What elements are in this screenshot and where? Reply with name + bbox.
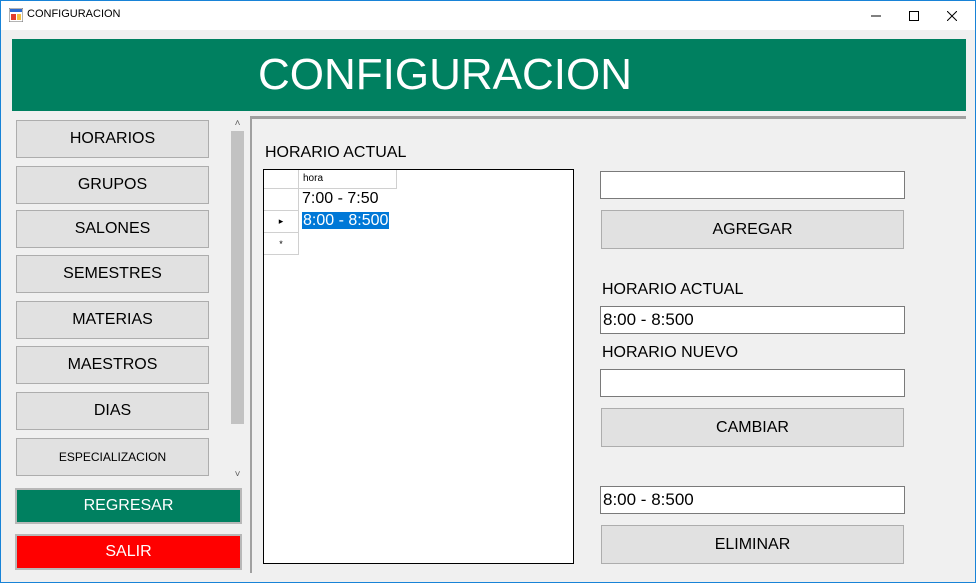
title-bar[interactable]: CONFIGURACION: [1, 1, 975, 30]
exit-button[interactable]: SALIR: [15, 534, 242, 570]
sidebar-item-materias[interactable]: MATERIAS: [16, 301, 209, 339]
close-button[interactable]: [929, 1, 975, 30]
change-button[interactable]: CAMBIAR: [601, 408, 904, 447]
add-schedule-input[interactable]: [600, 171, 905, 199]
current-schedule-label: HORARIO ACTUAL: [602, 281, 744, 298]
new-schedule-input[interactable]: [600, 369, 905, 397]
sidebar-nav: HORARIOS GRUPOS SALONES SEMESTRES MATERI…: [12, 116, 246, 482]
row-header-new-icon[interactable]: *: [264, 233, 299, 255]
schedule-grid[interactable]: hora 7:00 - 7:50 ▸ 8:00 - 8:500 *: [263, 169, 574, 564]
window-title: CONFIGURACION: [27, 8, 121, 20]
header-banner: CONFIGURACION: [12, 39, 966, 111]
scroll-up-icon[interactable]: ˄: [229, 116, 246, 131]
page-title: CONFIGURACION: [258, 50, 632, 99]
grid-title: HORARIO ACTUAL: [265, 144, 407, 161]
maximize-icon: [909, 10, 919, 21]
sidebar-scrollbar[interactable]: ˄ ˅: [229, 116, 246, 482]
sidebar-item-dias[interactable]: DIAS: [16, 392, 209, 430]
sidebar-item-grupos[interactable]: GRUPOS: [16, 166, 209, 204]
table-row-selected[interactable]: 8:00 - 8:500: [299, 211, 392, 233]
app-window: CONFIGURACION CONFIGURACION HORARIOS GRU…: [0, 0, 976, 583]
app-form-icon: [9, 8, 23, 22]
cell-hora: 7:00 - 7:50: [302, 190, 379, 207]
scroll-down-icon[interactable]: ˅: [229, 467, 246, 482]
row-header[interactable]: [264, 189, 299, 211]
sidebar-item-especializacion[interactable]: ESPECIALIZACION: [16, 438, 209, 476]
table-row-new[interactable]: [299, 233, 305, 255]
column-header-hora[interactable]: hora: [299, 170, 397, 189]
new-schedule-label: HORARIO NUEVO: [602, 344, 739, 361]
sidebar-item-semestres[interactable]: SEMESTRES: [16, 255, 209, 293]
sidebar-item-salones[interactable]: SALONES: [16, 210, 209, 248]
row-header-current-icon[interactable]: ▸: [264, 211, 299, 233]
table-row[interactable]: 7:00 - 7:50: [299, 189, 382, 211]
delete-schedule-input[interactable]: [600, 486, 905, 514]
grid-corner: [264, 170, 299, 189]
minimize-icon: [871, 15, 881, 16]
current-schedule-input[interactable]: [600, 306, 905, 334]
scroll-thumb[interactable]: [231, 131, 244, 424]
close-icon: [947, 10, 957, 21]
sidebar-item-horarios[interactable]: HORARIOS: [16, 120, 209, 158]
back-button[interactable]: REGRESAR: [15, 488, 242, 524]
add-button[interactable]: AGREGAR: [601, 210, 904, 249]
delete-button[interactable]: ELIMINAR: [601, 525, 904, 564]
cell-hora: 8:00 - 8:500: [302, 212, 390, 229]
sidebar-item-maestros[interactable]: MAESTROS: [16, 346, 209, 384]
